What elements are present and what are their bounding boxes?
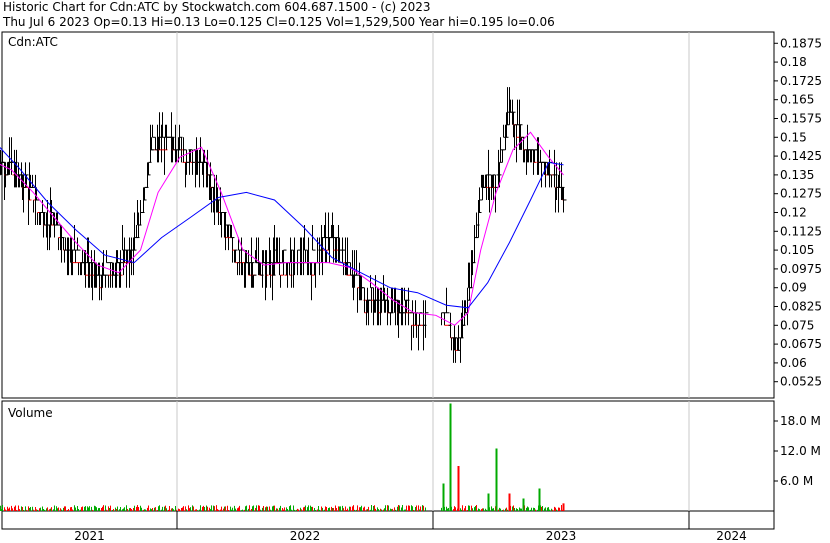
year-label: 2021 [74, 529, 105, 543]
year-label: 2024 [716, 529, 747, 543]
volume-tick-label: 12.0 M [780, 444, 821, 458]
price-tick-label: 0.165 [780, 93, 814, 107]
price-tick-label: 0.09 [780, 281, 807, 295]
year-label: 2022 [290, 529, 321, 543]
year-label: 2023 [546, 529, 577, 543]
volume-axis-ticks: 6.0 M 12.0 M 18.0 M [774, 414, 821, 488]
price-tick-label: 0.1575 [780, 111, 822, 125]
price-tick-label: 0.105 [780, 243, 814, 257]
stock-chart: 0.1875 0.18 0.1725 0.165 0.1575 0.15 0.1425 0.1… [0, 31, 822, 543]
volume-panel [1, 400, 775, 512]
volume-label: Volume [8, 406, 53, 420]
volume-tick-label: 18.0 M [780, 414, 821, 428]
price-tick-label: 0.15 [780, 130, 807, 144]
volume-tick-label: 6.0 M [780, 474, 813, 488]
price-tick-label: 0.135 [780, 168, 814, 182]
year-labels: 2021 2022 2023 2024 [74, 529, 747, 543]
year-axis [1, 510, 775, 530]
price-tick-label: 0.0525 [780, 375, 822, 389]
price-tick-label: 0.0675 [780, 337, 822, 351]
price-panel [1, 31, 775, 399]
price-axis-ticks: 0.1875 0.18 0.1725 0.165 0.1575 0.15 0.1425 0.1… [774, 36, 822, 389]
price-tick-label: 0.06 [780, 356, 807, 370]
price-tick-label: 0.0975 [780, 262, 822, 276]
price-tick-label: 0.0825 [780, 300, 822, 314]
price-tick-label: 0.1275 [780, 187, 822, 201]
price-tick-label: 0.1875 [780, 36, 822, 50]
price-tick-label: 0.1725 [780, 74, 822, 88]
symbol-label: Cdn:ATC [8, 35, 58, 49]
price-tick-label: 0.075 [780, 318, 814, 332]
price-tick-label: 0.1425 [780, 149, 822, 163]
price-tick-label: 0.12 [780, 205, 807, 219]
price-tick-label: 0.1125 [780, 224, 822, 238]
price-tick-label: 0.18 [780, 55, 807, 69]
